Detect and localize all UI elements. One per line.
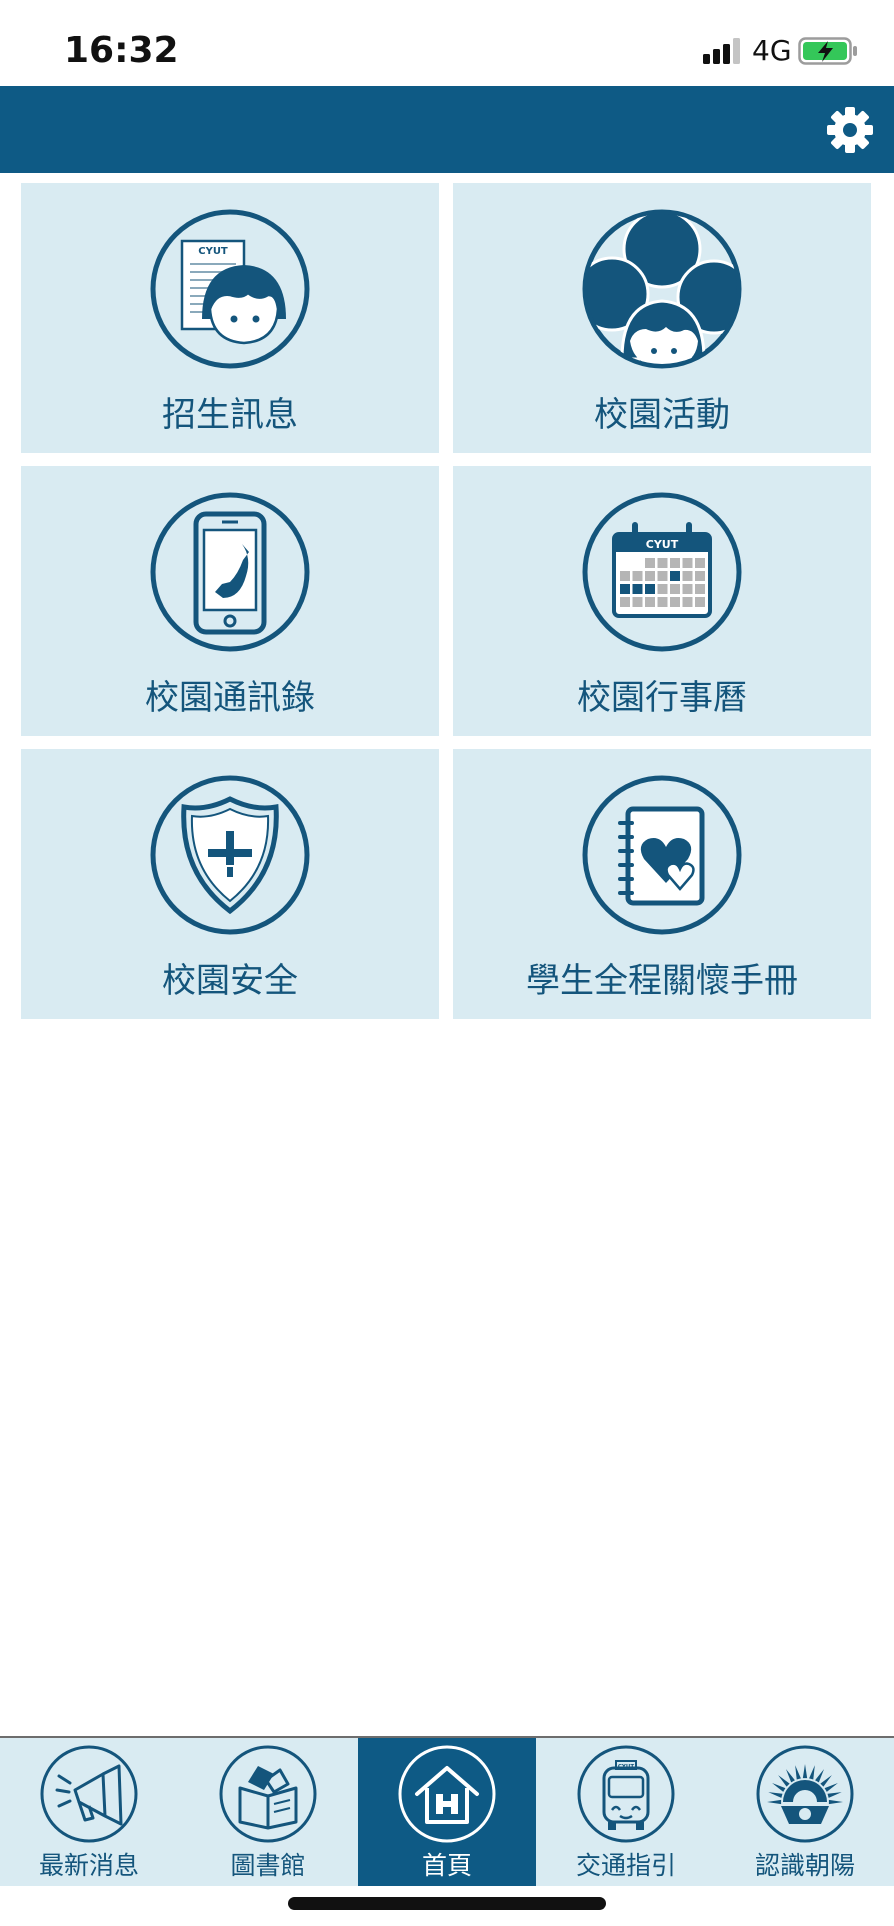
tab-label-latest-news: 最新消息 [38, 1851, 139, 1880]
settings-button[interactable] [818, 98, 882, 162]
tile-label-campus-events: 校園活動 [594, 395, 730, 435]
calendar-icon: CYUT [582, 492, 742, 652]
bus-icon: CYUT [577, 1745, 675, 1843]
tab-library[interactable]: 圖書館 [179, 1738, 357, 1886]
svg-text:CYUT: CYUT [198, 246, 228, 257]
tab-home[interactable]: 首頁 [358, 1738, 536, 1886]
status-network: 4G [752, 34, 792, 67]
top-app-bar [0, 86, 894, 173]
battery-charging-icon [798, 37, 857, 65]
school-logo-icon [756, 1745, 854, 1843]
tab-about-school[interactable]: 認識朝陽 [716, 1738, 894, 1886]
shield-icon [150, 775, 310, 935]
status-time: 16:32 [64, 30, 179, 71]
tab-latest-news[interactable]: 最新消息 [0, 1738, 178, 1886]
admissions-icon: CYUT [150, 209, 310, 369]
tab-label-transportation: 交通指引 [575, 1851, 676, 1880]
tab-transportation[interactable]: CYUT 交通指引 [537, 1738, 715, 1886]
tile-label-student-care-handbook: 學生全程關懷手冊 [526, 961, 798, 1001]
phone-icon [150, 492, 310, 652]
gear-icon [827, 107, 873, 153]
svg-text:CYUT: CYUT [646, 538, 679, 551]
tile-campus-events[interactable]: 校園活動 [453, 183, 871, 453]
tile-campus-safety[interactable]: 校園安全 [21, 749, 439, 1019]
tile-calendar[interactable]: CYUT 校園行事曆 [453, 466, 871, 736]
tile-label-calendar: 校園行事曆 [577, 678, 747, 718]
tile-admissions[interactable]: CYUT 招生訊息 [21, 183, 439, 453]
group-people-icon [582, 209, 742, 369]
status-bar: 16:32 4G [0, 0, 894, 86]
home-indicator [288, 1897, 606, 1910]
tile-directory[interactable]: 校園通訊錄 [21, 466, 439, 736]
tile-label-admissions: 招生訊息 [162, 395, 298, 435]
book-icon [219, 1745, 317, 1843]
signal-icon [703, 38, 740, 64]
tab-label-home: 首頁 [421, 1851, 472, 1880]
tab-label-about-school: 認識朝陽 [754, 1851, 855, 1880]
home-icon [398, 1745, 496, 1843]
bottom-tab-bar: 最新消息 圖書館 首頁 CYUT 交通指引 認識朝陽 [0, 1736, 894, 1886]
tile-label-directory: 校園通訊錄 [145, 678, 315, 718]
tile-student-care-handbook[interactable]: 學生全程關懷手冊 [453, 749, 871, 1019]
megaphone-icon [40, 1745, 138, 1843]
svg-text:CYUT: CYUT [618, 1764, 634, 1770]
tile-label-campus-safety: 校園安全 [162, 961, 298, 1001]
heart-notebook-icon [582, 775, 742, 935]
tab-label-library: 圖書館 [230, 1851, 306, 1880]
